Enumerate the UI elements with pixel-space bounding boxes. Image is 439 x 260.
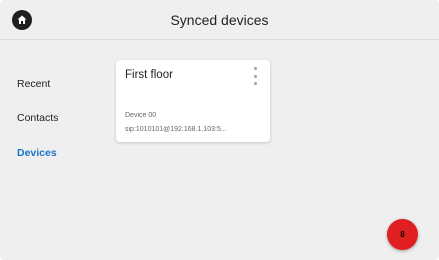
page-title: Synced devices bbox=[170, 12, 269, 28]
device-label: Device 00 bbox=[125, 112, 157, 119]
sidebar-item-devices[interactable]: Devices bbox=[17, 147, 57, 159]
fab-badge: 8 bbox=[400, 230, 405, 239]
sidebar-item-contacts[interactable]: Contacts bbox=[17, 112, 58, 124]
top-bar: Synced devices bbox=[0, 0, 439, 40]
more-options-icon[interactable] bbox=[252, 67, 258, 85]
device-name: First floor bbox=[125, 69, 173, 81]
device-sip-address: sip:1010101@192.168.1.103:5... bbox=[125, 126, 227, 133]
device-card[interactable]: First floor Device 00 sip:1010101@192.16… bbox=[116, 60, 270, 142]
floating-action-button[interactable]: 8 bbox=[387, 219, 418, 250]
sidebar-item-recent[interactable]: Recent bbox=[17, 78, 50, 90]
app-window: Synced devices Recent Contacts Devices F… bbox=[0, 0, 439, 260]
